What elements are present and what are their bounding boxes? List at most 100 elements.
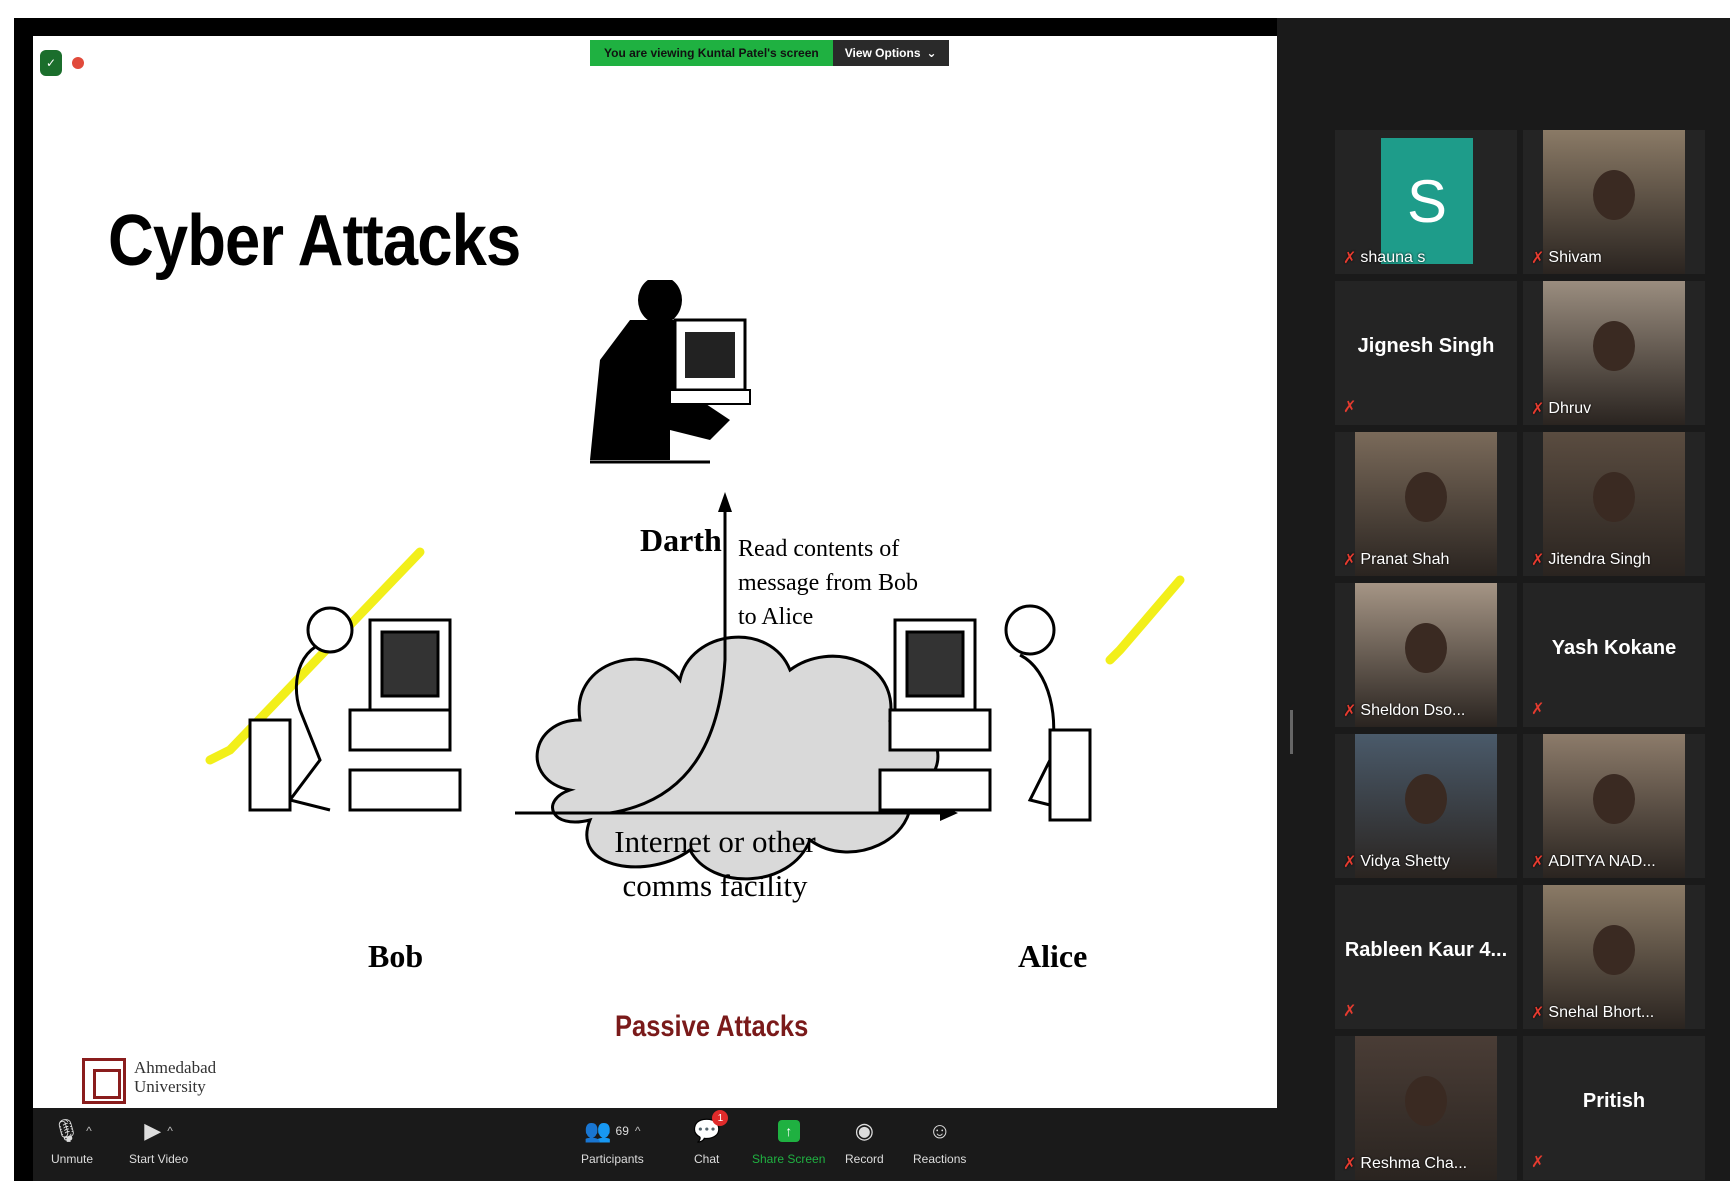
participant-name: ✗ Sheldon Dso... <box>1343 701 1465 721</box>
meeting-toolbar: 🎙 ^ Unmute ▶ ^ Start Video 👥 69 ^ Participan… <box>33 1108 1277 1181</box>
record-icon: ◉ <box>854 1118 874 1143</box>
chat-button[interactable]: 💬 1 Chat <box>693 1110 729 1166</box>
participant-tile[interactable]: ✗ Reshma Cha... <box>1335 1036 1517 1180</box>
microphone-muted-icon: ✗ <box>1343 250 1357 267</box>
video-off-icon: ▶ <box>144 1118 162 1143</box>
interception-arrow-head <box>718 492 732 512</box>
participant-name: ✗ shauna s <box>1343 248 1425 268</box>
participant-tile[interactable]: Yash Kokane ✗ <box>1523 583 1705 727</box>
alice-figure <box>878 604 1092 822</box>
participant-name-label: Pranat Shah <box>1360 551 1450 568</box>
participant-tile[interactable]: ✗ Jitendra Singh <box>1523 432 1705 576</box>
screen-share-banner: You are viewing Kuntal Patel's screen Vi… <box>590 40 949 66</box>
bob-label: Bob <box>368 938 424 974</box>
participant-name-label: Shivam <box>1548 249 1602 266</box>
microphone-muted-icon: ✗ <box>1531 1154 1545 1171</box>
cloud-label: Internet or other comms facility <box>614 824 816 903</box>
slide-caption: Passive Attacks <box>615 1010 809 1043</box>
participant-tile[interactable]: Jignesh Singh ✗ <box>1335 281 1517 425</box>
participant-tile[interactable]: ✗ Sheldon Dso... <box>1335 583 1517 727</box>
university-logo-icon <box>82 1058 126 1104</box>
reactions-icon: ☺ <box>928 1118 951 1143</box>
record-label: Record <box>845 1152 884 1166</box>
chat-unread-badge: 1 <box>712 1110 729 1126</box>
view-options-button[interactable]: View Options ⌄ <box>832 40 949 66</box>
unmute-label: Unmute <box>51 1152 94 1166</box>
start-video-button[interactable]: ▶ ^ Start Video <box>129 1114 188 1166</box>
microphone-muted-icon: ✗ <box>1531 1005 1545 1022</box>
participant-tile[interactable]: ✗ Shivam <box>1523 130 1705 274</box>
participant-name-label: Vidya Shetty <box>1360 853 1450 870</box>
participant-name: ✗ Vidya Shetty <box>1343 852 1450 872</box>
microphone-muted-icon: ✗ <box>1531 701 1545 718</box>
participant-name: ✗ ADITYA NAD... <box>1531 852 1656 872</box>
participant-tile[interactable]: ✗ Snehal Bhort... <box>1523 885 1705 1029</box>
security-shield-icon[interactable]: ✓ <box>40 50 62 76</box>
logo-line-1: Ahmedabad <box>134 1058 217 1077</box>
participant-name-center: Rableen Kaur 4... <box>1344 939 1508 961</box>
participants-label: Participants <box>581 1152 644 1166</box>
participants-icon: 👥 <box>584 1118 612 1143</box>
chevron-down-icon: ⌄ <box>926 46 937 60</box>
microphone-muted-icon: ✗ <box>1343 854 1357 871</box>
microphone-muted-icon: ✗ <box>1343 703 1357 720</box>
participant-name-center: Pritish <box>1582 1090 1646 1112</box>
microphone-muted-icon: ✗ <box>1531 854 1545 871</box>
participant-name-label: Reshma Cha... <box>1360 1155 1468 1172</box>
participant-name-center: Jignesh Singh <box>1357 335 1495 357</box>
chevron-up-icon[interactable]: ^ <box>86 1124 92 1138</box>
viewing-screen-label: You are viewing Kuntal Patel's screen <box>590 40 833 66</box>
participant-name-label: Jitendra Singh <box>1548 551 1651 568</box>
chevron-up-icon[interactable]: ^ <box>635 1124 641 1138</box>
chevron-up-icon[interactable]: ^ <box>167 1124 173 1138</box>
view-options-label: View Options <box>844 46 921 60</box>
participant-name: ✗ Pranat Shah <box>1343 550 1449 570</box>
microphone-muted-icon: 🎙 <box>52 1118 81 1143</box>
participant-tile[interactable]: ✗ Dhruv <box>1523 281 1705 425</box>
participant-tile[interactable]: Rableen Kaur 4... ✗ <box>1335 885 1517 1029</box>
recording-dot-icon <box>72 57 84 69</box>
participant-name-label: Snehal Bhort... <box>1548 1004 1655 1021</box>
bob-figure <box>248 606 462 812</box>
share-screen-label: Share Screen <box>752 1152 826 1166</box>
record-button[interactable]: ◉ Record <box>845 1114 884 1166</box>
share-screen-button[interactable]: ↑ Share Screen <box>752 1114 825 1166</box>
slide-title: Cyber Attacks <box>108 201 521 281</box>
reactions-button[interactable]: ☺ Reactions <box>913 1114 966 1166</box>
participant-name-label: ADITYA NAD... <box>1548 853 1656 870</box>
chat-label: Chat <box>694 1152 720 1166</box>
start-video-label: Start Video <box>129 1152 189 1166</box>
microphone-muted-icon: ✗ <box>1343 552 1357 569</box>
meeting-status-icons: ✓ <box>40 50 84 76</box>
alice-label: Alice <box>1018 938 1088 974</box>
participant-name-label: shauna s <box>1360 249 1426 266</box>
university-logo: Ahmedabad University <box>82 1058 216 1104</box>
participant-name-label: Dhruv <box>1548 400 1592 417</box>
participants-button[interactable]: 👥 69 ^ Participants <box>581 1114 644 1166</box>
logo-line-2: University <box>134 1077 206 1096</box>
darth-label: Darth <box>640 522 722 558</box>
participant-tile[interactable]: Pritish ✗ <box>1523 1036 1705 1180</box>
participant-name-label: Sheldon Dso... <box>1360 702 1466 719</box>
microphone-muted-icon: ✗ <box>1531 401 1545 418</box>
participant-name: ✗ Jitendra Singh <box>1531 550 1651 570</box>
microphone-muted-icon: ✗ <box>1531 552 1545 569</box>
participant-avatar: S <box>1381 138 1473 264</box>
participants-count: 69 <box>615 1124 629 1138</box>
reactions-label: Reactions <box>913 1152 967 1166</box>
participant-name: ✗ Snehal Bhort... <box>1531 1003 1654 1023</box>
participant-name: ✗ Dhruv <box>1531 399 1591 419</box>
participant-tile[interactable]: S ✗ shauna s <box>1335 130 1517 274</box>
microphone-muted-icon: ✗ <box>1343 1156 1357 1173</box>
participant-name: ✗ Reshma Cha... <box>1343 1154 1467 1174</box>
yellow-check-right <box>1105 575 1185 665</box>
participant-tile[interactable]: ✗ Vidya Shetty <box>1335 734 1517 878</box>
participant-tile[interactable]: ✗ ADITYA NAD... <box>1523 734 1705 878</box>
read-contents-note: Read contents of message from Bob to Ali… <box>738 536 918 630</box>
share-screen-icon: ↑ <box>777 1120 800 1142</box>
microphone-muted-icon: ✗ <box>1343 399 1357 416</box>
unmute-button[interactable]: 🎙 ^ Unmute <box>51 1114 93 1166</box>
participant-tile[interactable]: ✗ Pranat Shah <box>1335 432 1517 576</box>
panel-resize-handle[interactable] <box>1290 710 1293 754</box>
microphone-muted-icon: ✗ <box>1343 1003 1357 1020</box>
